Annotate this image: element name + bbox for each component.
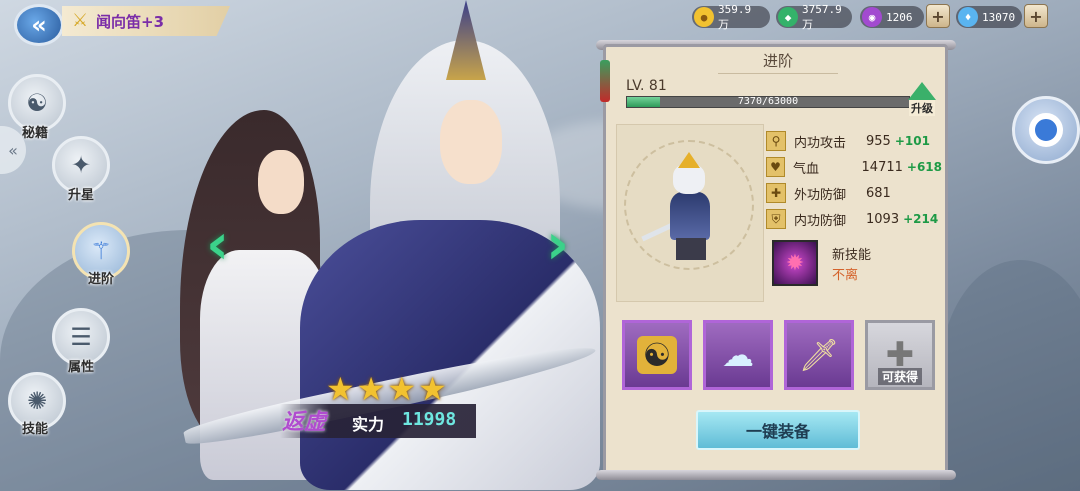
yin-yang-token-icon: ☯ — [636, 336, 678, 374]
currency-spirit-value: 1206 — [886, 10, 913, 24]
next-character-arrow-icon[interactable]: › — [546, 212, 569, 277]
stat-bonus: +618 — [906, 160, 942, 174]
stat-row: ✚ 外功防御 681 — [766, 180, 942, 206]
exp-text: 7370/63000 — [737, 96, 799, 107]
character-art-male-face — [440, 100, 502, 184]
chevron-left-icon: « — [8, 140, 18, 160]
attributes-icon: ☰ — [70, 323, 92, 351]
add-spirit-button[interactable]: + — [926, 4, 950, 28]
stars-icon: ✦ — [70, 151, 92, 179]
sprite-hair — [673, 164, 705, 194]
heart-icon: ♥ — [766, 157, 786, 177]
currency-jade-value: 3757.9万 — [802, 2, 842, 31]
background-mountain — [940, 260, 1080, 491]
stat-value: 14711 — [861, 159, 903, 175]
purple-orb-icon: ◉ — [862, 7, 882, 27]
currency-spirit: ◉ 1206 — [860, 6, 924, 28]
stat-name: 外功防御 — [794, 187, 847, 203]
plus-icon: + — [931, 6, 945, 26]
stat-row: ♥ 气血 14711 +618 — [766, 154, 942, 180]
stat-value: 1093 — [866, 211, 900, 227]
attack-icon: ⚲ — [766, 131, 786, 151]
upgrade-button[interactable]: 升级 — [904, 82, 940, 118]
shield-icon: ⛨ — [766, 209, 786, 229]
floating-action-button[interactable] — [1012, 96, 1080, 164]
stat-name: 气血 — [793, 161, 820, 177]
star-icon: ★ — [418, 370, 447, 408]
skill-gear-icon: ✺ — [26, 387, 48, 415]
orb-icon — [1029, 113, 1063, 147]
character-art-male-crown — [446, 0, 486, 80]
character-title-plate: ⚔ 闻向笛+3 — [62, 6, 230, 36]
realm-badge: 返虚 — [282, 409, 327, 435]
nav-attributes-label: 属性 — [68, 360, 95, 375]
equipment-slot-4[interactable]: ✚ 可获得 — [865, 320, 935, 390]
yin-yang-icon: ☯ — [26, 89, 48, 117]
stat-bonus: +214 — [903, 212, 939, 226]
currency-diamond: ♦ 13070 — [956, 6, 1022, 28]
armor-icon: ✚ — [766, 183, 786, 203]
cloud-stone-icon: ☁ — [722, 336, 754, 374]
stat-value: 681 — [866, 185, 891, 201]
currency-diamond-value: 13070 — [982, 10, 1016, 24]
stat-bonus: +101 — [894, 134, 930, 148]
stat-value: 955 — [866, 133, 891, 149]
new-skill-title: 新技能 — [832, 248, 872, 263]
star-icon: ★ — [356, 370, 386, 408]
plus-icon: + — [1029, 6, 1043, 26]
star-icon: ★ — [387, 370, 417, 408]
stat-row: ⚲ 内功攻击 955 +101 — [766, 128, 942, 154]
scroll-tassel — [600, 60, 610, 102]
level-text: LV. 81 — [626, 78, 667, 94]
stat-list: ⚲ 内功攻击 955 +101 ♥ 气血 14711 +618 ✚ 外功防御 6… — [766, 128, 942, 232]
equipment-slot-1[interactable]: ☯ — [622, 320, 692, 390]
jade-icon: ◆ — [778, 7, 798, 27]
nav-advance-label: 进阶 — [88, 272, 115, 287]
equipment-slot-2[interactable]: ☁ — [703, 320, 773, 390]
power-value: 11998 — [402, 409, 457, 430]
power-label: 实力 — [352, 415, 385, 434]
sword-icon: 🗡 — [798, 336, 840, 374]
up-arrow-icon — [908, 82, 936, 100]
star-icon: ★ — [326, 370, 355, 408]
equip-all-button[interactable]: 一键装备 — [696, 410, 860, 450]
scroll-bottom-rod — [596, 470, 956, 480]
gold-coin-icon: ● — [694, 7, 714, 27]
new-skill-icon[interactable]: ✹ — [772, 240, 818, 286]
exp-bar: 7370/63000 — [626, 96, 910, 108]
diamond-icon: ♦ — [958, 7, 978, 27]
currency-gold: ● 359.9万 — [692, 3, 770, 31]
stat-name: 内功攻击 — [794, 135, 847, 151]
character-title: 闻向笛+3 — [96, 12, 165, 31]
equipment-slot-3[interactable]: 🗡 — [784, 320, 854, 390]
nav-star-up-label: 升星 — [68, 188, 95, 203]
star-rating: ★ ★ ★ ★ — [326, 370, 447, 408]
prev-character-arrow-icon[interactable]: ‹ — [206, 212, 229, 277]
obtainable-label: 可获得 — [877, 368, 922, 385]
character-art-female-face — [258, 150, 304, 214]
back-arrow-icon: « — [31, 11, 47, 39]
sprite-body — [670, 192, 710, 240]
stat-name: 内功防御 — [794, 213, 847, 229]
nav-secrets-label: 秘籍 — [22, 126, 49, 141]
currency-jade: ◆ 3757.9万 — [776, 3, 852, 31]
advance-sword-icon: ⚚ — [90, 237, 112, 265]
add-diamond-button[interactable]: + — [1024, 4, 1048, 28]
stat-row: ⛨ 内功防御 1093 +214 — [766, 206, 942, 232]
currency-gold-value: 359.9万 — [718, 2, 752, 31]
nav-skills-label: 技能 — [22, 422, 49, 437]
sprite-legs — [676, 238, 706, 260]
new-skill-name: 不离 — [832, 268, 859, 283]
panel-title: 进阶 — [718, 48, 838, 74]
flute-weapon-icon: ⚔ — [72, 10, 89, 31]
back-button[interactable]: « — [14, 4, 64, 46]
upgrade-label: 升级 — [909, 100, 935, 116]
